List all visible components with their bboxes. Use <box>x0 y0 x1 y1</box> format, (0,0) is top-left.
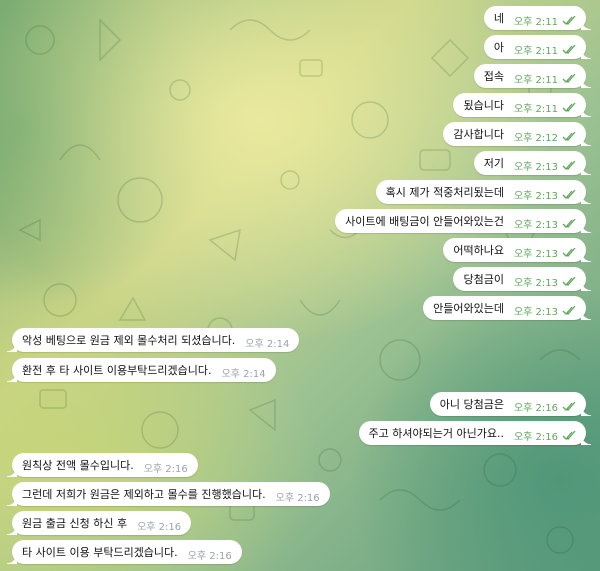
message-text: 아니 당첨금은 <box>439 398 504 411</box>
message-time: 오후 2:13 <box>514 274 576 289</box>
message-time: 오후 2:11 <box>514 100 576 115</box>
message-time: 오후 2:13 <box>514 158 576 173</box>
message-text: 환전 후 타 사이트 이용부탁드리겠습니다. <box>22 364 212 377</box>
message-bubble-outgoing[interactable]: 당첨금이 오후 2:13 <box>453 267 591 291</box>
message-text: 혹시 제가 적중처리됬는데 <box>385 186 504 199</box>
message-time: 오후 2:14 <box>221 369 266 380</box>
double-check-icon <box>562 431 576 440</box>
message-bubble-incoming[interactable]: 환전 후 타 사이트 이용부탁드리겠습니다. 오후 2:14 <box>7 358 276 382</box>
double-check-icon <box>562 103 576 112</box>
message-text: 사이트에 배팅금이 안들어와있는건 <box>345 215 504 228</box>
message-text: 원금 출금 신청 하신 후 <box>22 517 128 530</box>
message-text: 감사합니다 <box>453 128 504 141</box>
double-check-icon <box>562 161 576 170</box>
message-bubble-outgoing[interactable]: 아 오후 2:11 <box>483 35 592 59</box>
message-bubble-outgoing[interactable]: 사이트에 배팅금이 안들어와있는건 오후 2:13 <box>335 209 591 233</box>
message-text: 네 <box>493 12 504 25</box>
double-check-icon <box>562 132 576 141</box>
message-bubble-outgoing[interactable]: 저기 오후 2:13 <box>473 151 592 175</box>
message-text: 됬습니다 <box>463 99 504 112</box>
chat-messages: 네 오후 2:11 아 오후 2:11 접속 오후 2:11 됬습니다 오후 2… <box>0 0 600 571</box>
message-time: 오후 2:13 <box>514 245 576 260</box>
message-time: 오후 2:16 <box>137 522 182 533</box>
message-bubble-outgoing[interactable]: 접속 오후 2:11 <box>473 64 592 88</box>
message-text: 아 <box>493 41 504 54</box>
message-bubble-outgoing[interactable]: 아니 당첨금은 오후 2:16 <box>429 392 592 416</box>
message-bubble-outgoing[interactable]: 됬습니다 오후 2:11 <box>453 93 591 117</box>
double-check-icon <box>562 190 576 199</box>
double-check-icon <box>562 306 576 315</box>
double-check-icon <box>562 74 576 83</box>
message-text: 타 사이트 이용 부탁드리겠습니다. <box>22 546 178 559</box>
message-bubble-outgoing[interactable]: 혹시 제가 적중처리됬는데 오후 2:13 <box>375 180 592 204</box>
message-text: 어떡하나요 <box>453 244 504 257</box>
message-time: 오후 2:14 <box>245 339 290 350</box>
message-time: 오후 2:16 <box>514 399 576 414</box>
double-check-icon <box>562 248 576 257</box>
double-check-icon <box>562 45 576 54</box>
message-text: 주고 하셔야되는거 아닌가요.. <box>368 427 504 440</box>
message-bubble-outgoing[interactable]: 어떡하나요 오후 2:13 <box>443 238 591 262</box>
message-time: 오후 2:16 <box>514 428 576 443</box>
message-bubble-outgoing[interactable]: 감사합니다 오후 2:12 <box>443 122 591 146</box>
message-bubble-outgoing[interactable]: 안들어와있는데 오후 2:13 <box>423 296 591 320</box>
message-bubble-outgoing[interactable]: 주고 하셔야되는거 아닌가요.. 오후 2:16 <box>358 421 592 445</box>
double-check-icon <box>562 402 576 411</box>
message-bubble-incoming[interactable]: 타 사이트 이용 부탁드리겠습니다. 오후 2:16 <box>7 540 242 564</box>
message-time: 오후 2:12 <box>514 129 576 144</box>
message-bubble-incoming[interactable]: 원금 출금 신청 하신 후 오후 2:16 <box>6 511 192 535</box>
double-check-icon <box>562 16 576 25</box>
message-time: 오후 2:11 <box>514 71 576 86</box>
message-time: 오후 2:13 <box>514 303 576 318</box>
message-text: 안들어와있는데 <box>433 302 504 315</box>
message-text: 당첨금이 <box>463 273 504 286</box>
message-text: 원칙상 전액 몰수입니다. <box>22 459 134 472</box>
message-text: 그런데 저희가 원금은 제외하고 몰수를 진행했습니다. <box>22 488 266 501</box>
message-bubble-incoming[interactable]: 그런데 저희가 원금은 제외하고 몰수를 진행했습니다. 오후 2:16 <box>7 482 330 506</box>
message-time: 오후 2:16 <box>143 464 188 475</box>
double-check-icon <box>562 219 576 228</box>
double-check-icon <box>562 277 576 286</box>
message-time: 오후 2:16 <box>187 551 232 562</box>
message-time: 오후 2:16 <box>275 493 320 504</box>
message-time: 오후 2:13 <box>514 187 576 202</box>
message-time: 오후 2:11 <box>514 42 576 57</box>
message-bubble-outgoing[interactable]: 네 오후 2:11 <box>483 6 592 30</box>
message-text: 저기 <box>483 157 504 170</box>
message-bubble-incoming[interactable]: 원칙상 전액 몰수입니다. 오후 2:16 <box>7 453 198 477</box>
message-text: 악성 베팅으로 원금 제외 몰수처리 되셨습니다. <box>22 334 236 347</box>
message-text: 접속 <box>483 70 504 83</box>
message-time: 오후 2:13 <box>514 216 576 231</box>
message-bubble-incoming[interactable]: 악성 베팅으로 원금 제외 몰수처리 되셨습니다. 오후 2:14 <box>6 328 300 352</box>
message-time: 오후 2:11 <box>514 13 576 28</box>
